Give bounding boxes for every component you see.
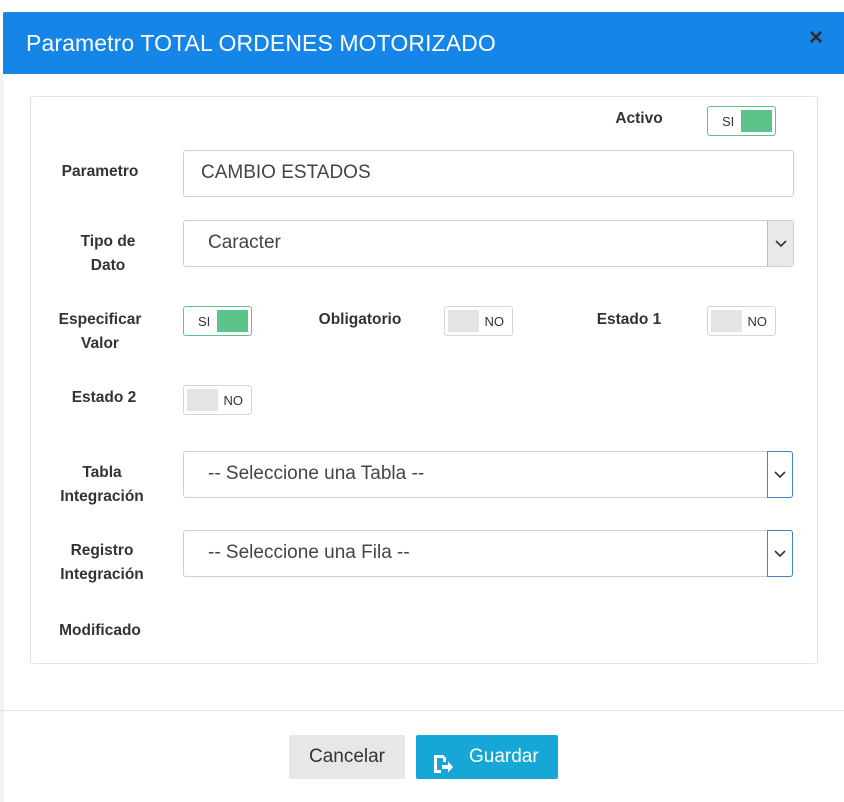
registro-integracion-select[interactable]: -- Seleccione una Fila -- (183, 530, 793, 577)
chevron-down-icon[interactable] (767, 221, 793, 266)
close-icon[interactable]: × (809, 24, 823, 52)
registro-integracion-label-line1: Registro (70, 542, 134, 559)
especificar-valor-label: Especificar Valor (45, 308, 155, 356)
parametro-label: Parametro (61, 163, 139, 180)
save-arrow-icon (432, 747, 454, 791)
toggle-knob (741, 110, 772, 132)
modificado-label: Modificado (59, 622, 141, 639)
activo-label: Activo (615, 110, 663, 127)
save-button-label: Guardar (469, 746, 539, 767)
tipo-dato-label-line1: Tipo de (80, 233, 136, 250)
parametro-dialog: Parametro TOTAL ORDENES MOTORIZADO × Act… (0, 0, 844, 802)
dialog-header: Parametro TOTAL ORDENES MOTORIZADO × (3, 12, 844, 74)
obligatorio-label: Obligatorio (318, 311, 402, 328)
dialog-title: Parametro TOTAL ORDENES MOTORIZADO (26, 30, 496, 56)
obligatorio-toggle-text: NO (484, 314, 505, 329)
backdrop-edge (0, 74, 4, 802)
tabla-integracion-value: -- Seleccione una Tabla -- (208, 463, 425, 484)
tipo-dato-label: Tipo de Dato (53, 230, 163, 278)
activo-toggle-text: SI (722, 114, 735, 129)
estado2-label: Estado 2 (71, 389, 137, 406)
tabla-integracion-label-line1: Tabla (82, 464, 122, 481)
tipo-dato-select[interactable]: Caracter (183, 220, 794, 267)
obligatorio-toggle[interactable]: NO (444, 306, 513, 336)
cancel-button[interactable]: Cancelar (289, 735, 405, 779)
estado1-toggle[interactable]: NO (707, 306, 776, 336)
registro-integracion-value: -- Seleccione una Fila -- (208, 542, 410, 563)
toggle-knob (711, 310, 742, 332)
chevron-down-icon[interactable] (767, 451, 793, 498)
form-panel: Activo SI Parametro CAMBIO ESTADOS Tipo … (30, 96, 818, 664)
registro-integracion-label: Registro Integración (47, 539, 157, 587)
especificar-valor-label-line1: Especificar (58, 311, 142, 328)
registro-integracion-label-line2: Integración (60, 566, 144, 583)
especificar-valor-toggle[interactable]: SI (183, 306, 252, 336)
estado2-toggle-text: NO (223, 393, 244, 408)
estado1-toggle-text: NO (747, 314, 768, 329)
activo-toggle[interactable]: SI (707, 106, 776, 136)
tipo-dato-label-line2: Dato (90, 257, 126, 274)
parametro-input[interactable]: CAMBIO ESTADOS (183, 150, 794, 197)
especificar-valor-label-line2: Valor (81, 335, 119, 352)
tabla-integracion-label-line2: Integración (60, 488, 144, 505)
toggle-knob (187, 389, 218, 411)
toggle-knob (217, 310, 248, 332)
footer-divider (0, 710, 844, 711)
tabla-integracion-select[interactable]: -- Seleccione una Tabla -- (183, 451, 793, 498)
save-button[interactable]: Guardar (416, 735, 558, 779)
toggle-knob (448, 310, 479, 332)
tabla-integracion-label: Tabla Integración (47, 461, 157, 509)
estado2-toggle[interactable]: NO (183, 385, 252, 415)
estado1-label: Estado 1 (596, 311, 662, 328)
tipo-dato-value: Caracter (208, 232, 281, 253)
chevron-down-icon[interactable] (767, 530, 793, 577)
especificar-valor-toggle-text: SI (198, 314, 211, 329)
